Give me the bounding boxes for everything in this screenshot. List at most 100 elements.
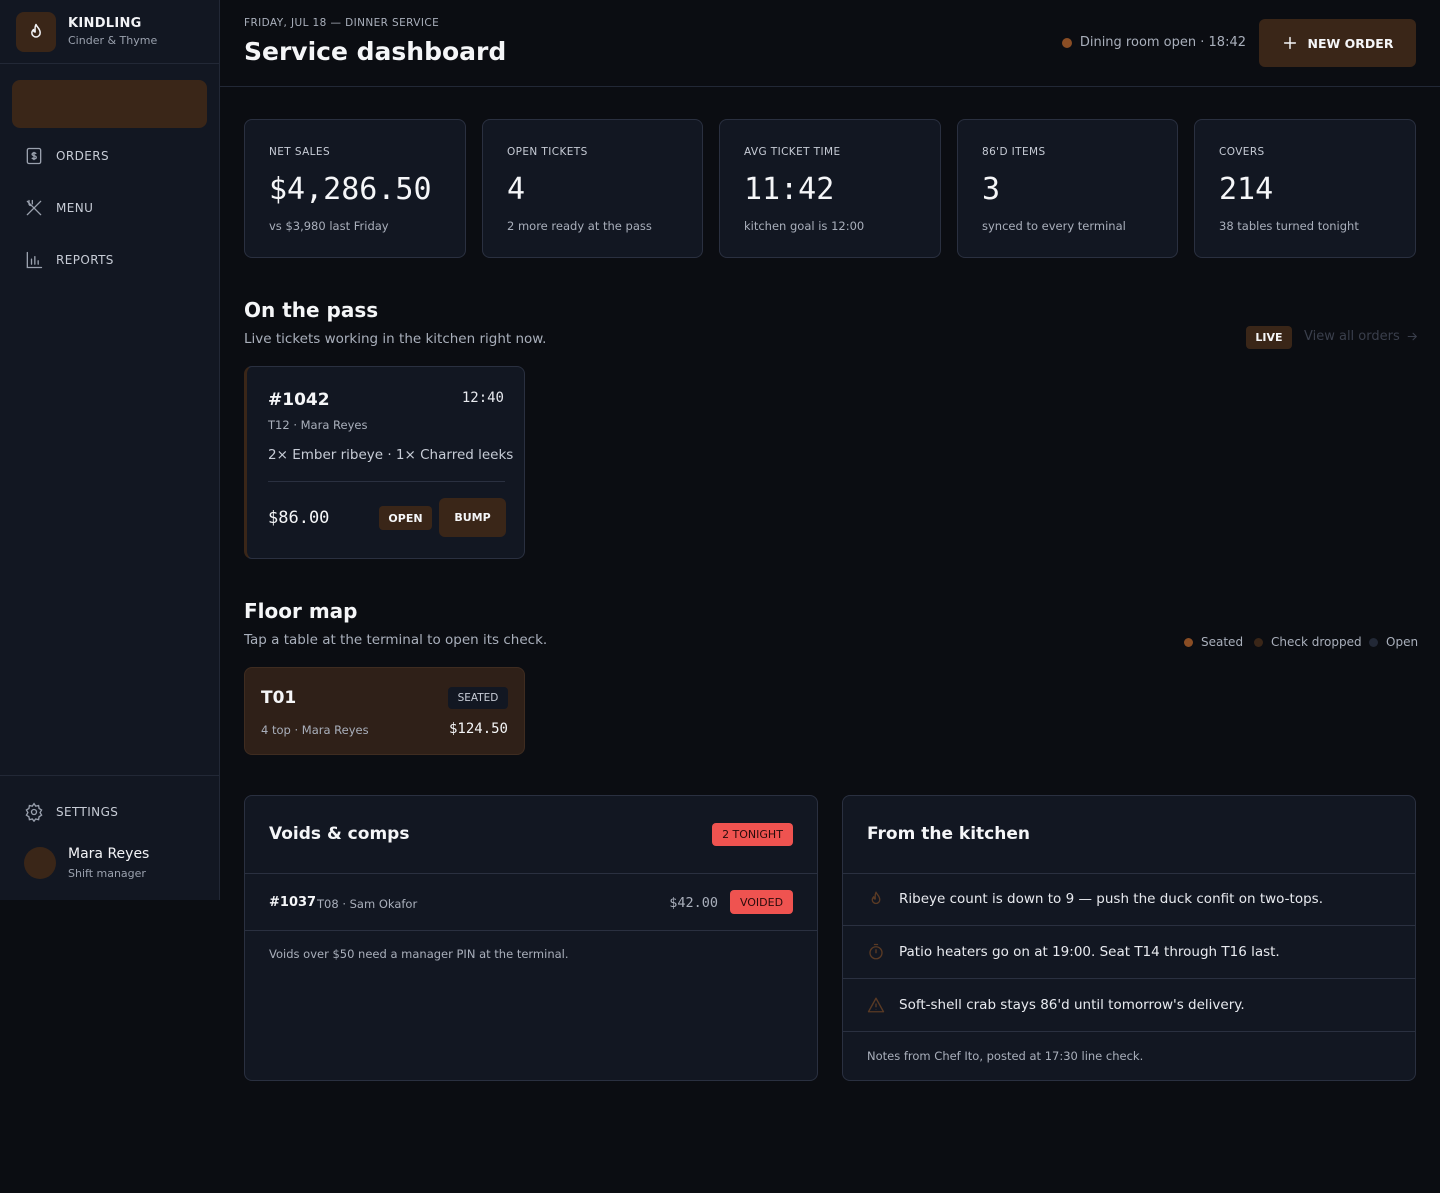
void-id: #1037 bbox=[269, 895, 317, 910]
view-all-label: View all orders bbox=[1304, 329, 1400, 344]
legend-label: Seated bbox=[1201, 635, 1244, 649]
void-meta: T08 · Sam Okafor bbox=[317, 897, 418, 911]
sidebar-item-settings[interactable]: SETTINGS bbox=[24, 802, 118, 822]
kpi-subtext: kitchen goal is 12:00 bbox=[744, 219, 865, 233]
kpi-label: AVG TICKET TIME bbox=[744, 146, 841, 158]
row-divider bbox=[843, 1031, 1415, 1032]
kpi-label: NET SALES bbox=[269, 146, 331, 158]
kitchen-note-text: Patio heaters go on at 19:00. Seat T14 t… bbox=[899, 944, 1280, 960]
legend-open: Open bbox=[1369, 635, 1418, 649]
arrow-right-icon bbox=[1407, 332, 1417, 341]
flame-icon bbox=[31, 23, 41, 38]
status-text: Dining room open · 18:42 bbox=[1079, 35, 1246, 50]
kpi-value: 214 bbox=[1219, 172, 1274, 207]
kitchen-note-text: Ribeye count is down to 9 — push the duc… bbox=[899, 891, 1323, 907]
sidebar-item-orders[interactable]: ORDERS bbox=[24, 146, 109, 166]
ticket-items: 2× Ember ribeye · 1× Charred leeks bbox=[268, 447, 514, 463]
table-id: T01 bbox=[261, 688, 297, 708]
brand-subtitle: Cinder & Thyme bbox=[68, 34, 158, 47]
user-name: Mara Reyes bbox=[68, 846, 150, 862]
bar-chart-icon bbox=[26, 251, 43, 269]
kpi-subtext: 2 more ready at the pass bbox=[507, 219, 652, 233]
brand-name: KINDLING bbox=[68, 16, 142, 31]
kpi-open-tickets: OPEN TICKETS 4 2 more ready at the pass bbox=[482, 119, 703, 258]
brand-logo bbox=[16, 11, 56, 52]
kitchen-panel: From the kitchen Ribeye count is down to… bbox=[842, 795, 1416, 1081]
ticket-status-badge: OPEN bbox=[379, 506, 432, 530]
floor-title: Floor map bbox=[244, 599, 358, 623]
panel-divider bbox=[843, 873, 1415, 874]
sidebar-item-label: ORDERS bbox=[56, 149, 109, 163]
kpi-label: 86'D ITEMS bbox=[982, 146, 1046, 158]
brand: KINDLING Cinder & Thyme bbox=[0, 0, 219, 64]
ticket-card[interactable]: #1042 12:40 T12 · Mara Reyes 2× Ember ri… bbox=[244, 366, 525, 559]
kpi-value: 3 bbox=[982, 172, 1001, 207]
bump-button[interactable]: BUMP bbox=[439, 498, 506, 537]
row-divider bbox=[843, 978, 1415, 979]
user-role: Shift manager bbox=[68, 867, 146, 880]
page-title: Service dashboard bbox=[244, 37, 507, 66]
kpi-label: COVERS bbox=[1219, 146, 1265, 158]
kpi-value: $4,286.50 bbox=[269, 172, 432, 207]
service-eyebrow: FRIDAY, JUL 18 — DINNER SERVICE bbox=[244, 17, 440, 29]
kitchen-footer: Notes from Chef Ito, posted at 17:30 lin… bbox=[867, 1049, 1144, 1063]
kpi-subtext: synced to every terminal bbox=[982, 219, 1126, 233]
table-card-t01[interactable]: T01 SEATED 4 top · Mara Reyes $124.50 bbox=[244, 667, 525, 755]
kpi-avg-ticket-time: AVG TICKET TIME 11:42 kitchen goal is 12… bbox=[719, 119, 941, 258]
floor-subtitle: Tap a table at the terminal to open its … bbox=[244, 632, 548, 648]
plus-icon bbox=[1283, 36, 1296, 50]
view-all-orders-link[interactable]: View all orders bbox=[1304, 329, 1419, 344]
voided-badge: VOIDED bbox=[730, 890, 793, 914]
voids-panel: Voids & comps 2 TONIGHT #1037 T08 · Sam … bbox=[244, 795, 818, 1081]
kpi-covers: COVERS 214 38 tables turned tonight bbox=[1194, 119, 1416, 258]
kitchen-note: Ribeye count is down to 9 — push the duc… bbox=[867, 890, 1323, 908]
receipt-icon bbox=[26, 147, 42, 165]
ticket-time: 12:40 bbox=[461, 390, 504, 406]
kpi-net-sales: NET SALES $4,286.50 vs $3,980 last Frida… bbox=[244, 119, 466, 258]
legend-dot bbox=[1369, 637, 1378, 647]
timer-icon bbox=[869, 943, 883, 960]
kpi-value: 11:42 bbox=[744, 172, 835, 207]
voids-title: Voids & comps bbox=[269, 824, 410, 844]
voids-count-badge: 2 TONIGHT bbox=[712, 823, 793, 846]
live-badge: LIVE bbox=[1246, 326, 1292, 349]
table-amount: $124.50 bbox=[448, 721, 508, 737]
row-divider bbox=[245, 930, 817, 931]
sidebar-item-label: REPORTS bbox=[56, 253, 114, 267]
kpi-subtext: vs $3,980 last Friday bbox=[269, 219, 389, 233]
page-header: FRIDAY, JUL 18 — DINNER SERVICE Service … bbox=[220, 0, 1440, 87]
sidebar-item-label: SETTINGS bbox=[56, 805, 119, 819]
row-divider bbox=[843, 925, 1415, 926]
legend-dot bbox=[1184, 637, 1193, 647]
ticket-meta: T12 · Mara Reyes bbox=[268, 418, 368, 432]
warning-icon bbox=[867, 997, 885, 1013]
kitchen-note: Patio heaters go on at 19:00. Seat T14 t… bbox=[867, 943, 1280, 961]
nav-active-item[interactable] bbox=[12, 80, 207, 128]
dining-room-status: Dining room open · 18:42 bbox=[1061, 35, 1246, 50]
avatar[interactable] bbox=[24, 847, 56, 879]
voids-note: Voids over $50 need a manager PIN at the… bbox=[269, 947, 569, 961]
legend-label: Check dropped bbox=[1271, 635, 1362, 649]
ticket-total: $86.00 bbox=[268, 508, 330, 528]
kpi-value: 4 bbox=[507, 172, 526, 207]
sidebar-item-label: MENU bbox=[56, 201, 94, 215]
legend-seated: Seated bbox=[1184, 635, 1243, 649]
sidebar: KINDLING Cinder & Thyme ORDERS MENU REPO… bbox=[0, 0, 220, 900]
kitchen-title: From the kitchen bbox=[867, 824, 1030, 844]
kpi-subtext: 38 tables turned tonight bbox=[1219, 219, 1359, 233]
sidebar-footer-divider bbox=[0, 775, 219, 776]
legend-label: Open bbox=[1386, 635, 1419, 649]
ticket-id: #1042 bbox=[268, 390, 330, 410]
legend-dot bbox=[1254, 637, 1263, 647]
pass-subtitle: Live tickets working in the kitchen righ… bbox=[244, 331, 547, 347]
utensils-icon bbox=[26, 199, 42, 216]
sidebar-item-reports[interactable]: REPORTS bbox=[24, 250, 114, 270]
kpi-86d-items: 86'D ITEMS 3 synced to every terminal bbox=[957, 119, 1178, 258]
new-order-label: NEW ORDER bbox=[1307, 35, 1394, 51]
new-order-button[interactable]: NEW ORDER bbox=[1259, 19, 1416, 67]
flame-icon bbox=[871, 891, 881, 905]
void-row[interactable]: #1037 T08 · Sam Okafor $42.00 VOIDED bbox=[269, 890, 793, 916]
void-amount: $42.00 bbox=[669, 895, 718, 911]
sidebar-item-menu[interactable]: MENU bbox=[24, 198, 93, 218]
status-dot bbox=[1061, 37, 1072, 48]
